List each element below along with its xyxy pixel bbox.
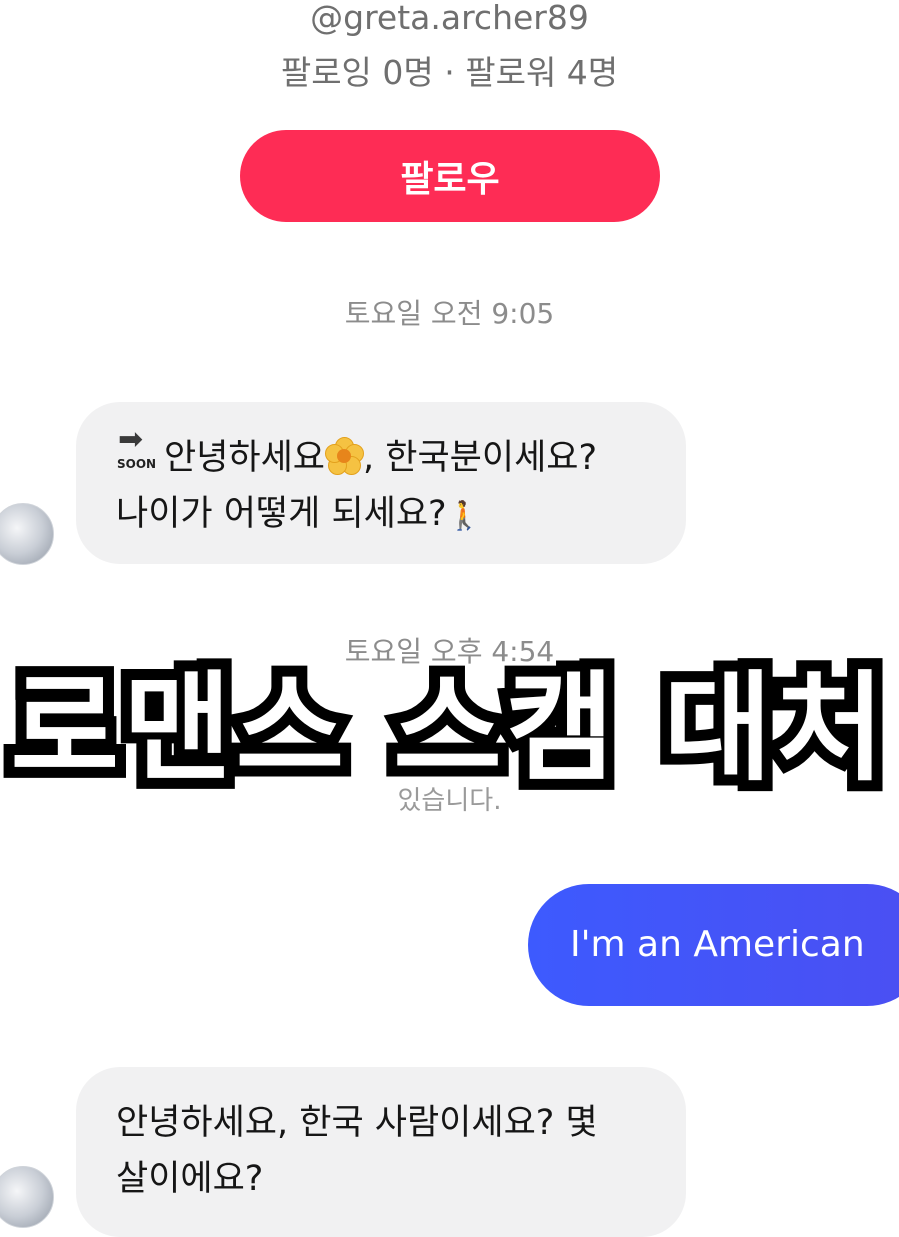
outgoing-message[interactable]: I'm an American [528,884,899,1006]
follow-button[interactable]: 팔로우 [240,130,660,222]
timestamp: 토요일 오전 9:05 [344,297,555,330]
username-handle: @greta.archer89 [310,0,589,37]
avatar[interactable] [0,1166,54,1228]
follow-counts: 팔로잉 0명 · 팔로워 4명 [280,53,619,92]
flower-icon [325,437,365,475]
message-line: ➡ SOON 안녕하세요, 한국분이세요? [117,422,598,479]
overlay-caption: 로맨스 스캠 대처 [0,648,896,808]
soon-arrow-icon: ➡ SOON [117,422,157,472]
message-line: 안녕하세요, 한국 사람이세요? 몇 [116,1103,598,1143]
incoming-message[interactable]: 안녕하세요, 한국 사람이세요? 몇 살이에요? [76,1067,686,1237]
message-line: 나이가 어떻게 되세요?🚶 [116,486,656,544]
person-walking-icon: 🚶 [446,499,482,532]
avatar[interactable] [0,503,54,565]
incoming-message[interactable]: ➡ SOON 안녕하세요, 한국분이세요? 나이가 어떻게 되세요?🚶 [76,402,686,564]
